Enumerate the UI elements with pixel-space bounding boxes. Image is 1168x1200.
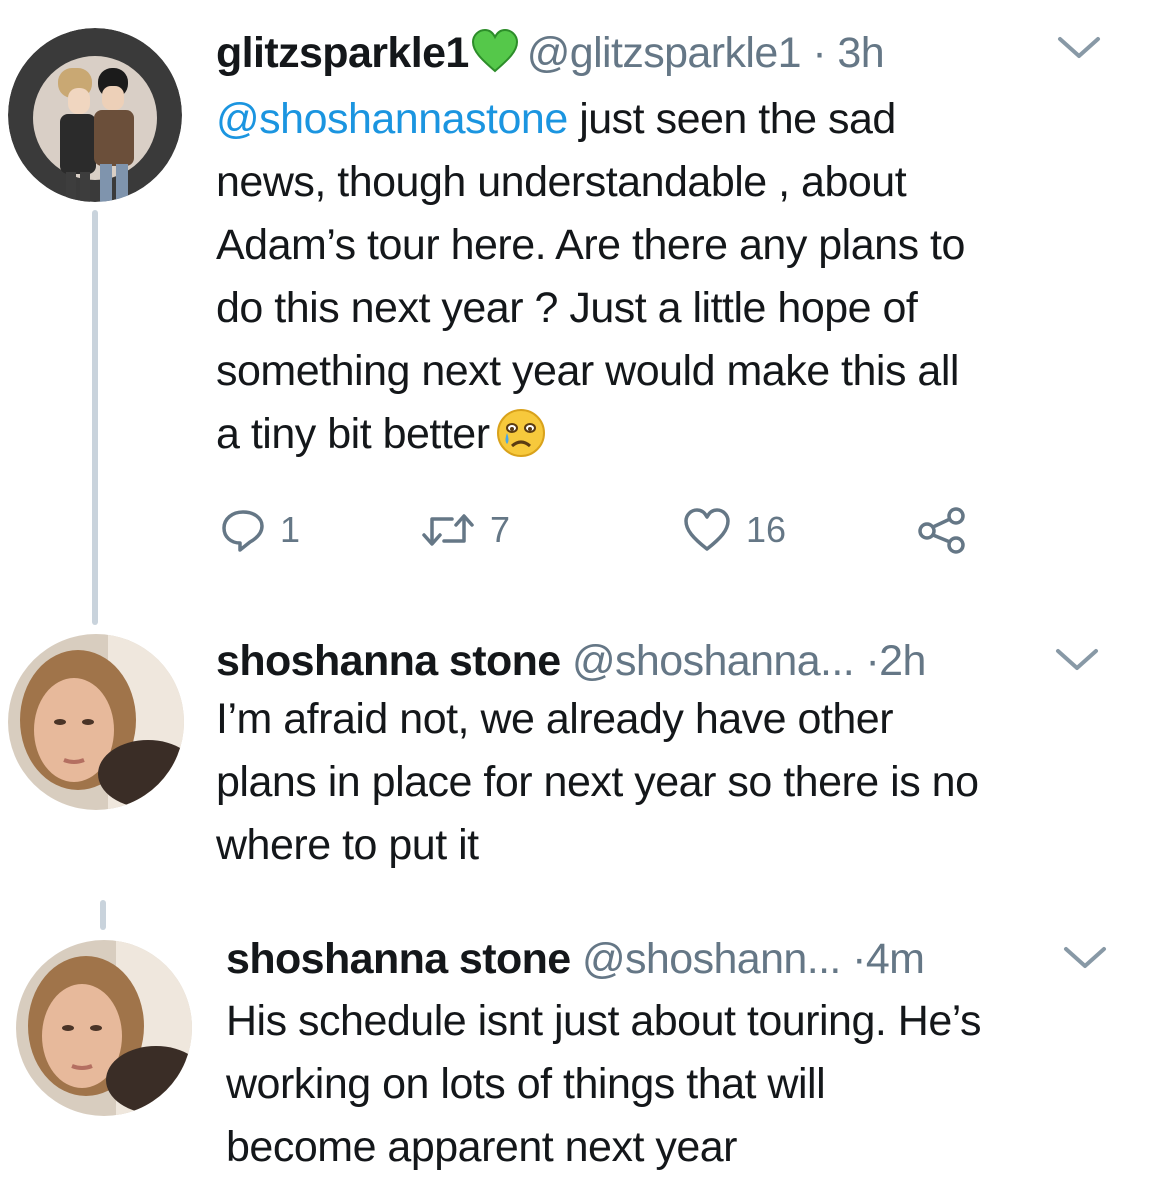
display-name[interactable]: shoshanna stone	[226, 935, 571, 983]
chevron-down-icon[interactable]	[1056, 34, 1102, 67]
handle[interactable]: @shoshanna...	[572, 637, 855, 685]
retweet-count: 7	[490, 509, 511, 550]
tweet-text-line: a tiny bit better	[216, 403, 1146, 476]
tweet-text-line: become apparent next year	[226, 1123, 738, 1171]
share-button[interactable]	[916, 505, 968, 555]
display-name[interactable]: glitzsparkle1	[216, 29, 469, 77]
reply-button[interactable]: 1	[220, 505, 300, 555]
share-icon	[918, 507, 965, 554]
timestamp[interactable]: 2h	[879, 637, 926, 685]
separator-dot: ·	[852, 935, 866, 983]
like-count: 16	[746, 509, 787, 550]
heart-icon	[684, 508, 730, 551]
tweet-header: shoshanna stone @shoshanna... ·2h	[216, 636, 926, 686]
tweet-text-line: @shoshannastone just seen the sad	[216, 95, 896, 143]
tweet-text-line: His schedule isnt just about touring. He…	[226, 997, 982, 1045]
like-button[interactable]: 16	[682, 505, 786, 555]
tweet-text: @shoshannastone just seen the sad news, …	[216, 88, 1146, 476]
tweet-text-line: where to put it	[216, 821, 479, 869]
retweet-button[interactable]: 7	[420, 505, 510, 555]
timestamp[interactable]: 3h	[837, 29, 884, 77]
tweet-text-line: I’m afraid not, we already have other	[216, 695, 894, 743]
tweet-text-line: working on lots of things that will	[226, 1060, 826, 1108]
mention-link[interactable]: @shoshannastone	[216, 95, 568, 143]
chevron-down-icon[interactable]	[1062, 944, 1108, 977]
avatar[interactable]	[16, 940, 192, 1116]
tweet-header: glitzsparkle1 @glitzsparkle1 · 3h	[216, 28, 885, 84]
retweet-icon	[422, 514, 474, 546]
avatar[interactable]	[8, 634, 184, 810]
handle[interactable]: @shoshann...	[582, 935, 841, 983]
tweet-text: His schedule isnt just about touring. He…	[226, 990, 1156, 1179]
tweet[interactable]: shoshanna stone @shoshanna... ·2h I’m af…	[0, 620, 1168, 900]
tweet-text: I’m afraid not, we already have other pl…	[216, 688, 1146, 877]
tweet-text-line: plans in place for next year so there is…	[216, 758, 979, 806]
avatar[interactable]	[8, 28, 182, 202]
tweet-header: shoshanna stone @shoshann... ·4m	[226, 934, 925, 984]
reply-icon	[222, 510, 264, 552]
tweet-text-line: do this next year ? Just a little hope o…	[216, 284, 918, 332]
display-name[interactable]: shoshanna stone	[216, 637, 561, 685]
tweet-text-line: Adam’s tour here. Are there any plans to	[216, 221, 965, 269]
tweet-text-line: news, though understandable , about	[216, 158, 907, 206]
crying-face-icon	[496, 408, 546, 476]
separator-dot: ·	[865, 637, 880, 685]
reply-count: 1	[280, 509, 301, 550]
green-heart-icon	[471, 28, 519, 84]
handle[interactable]: @glitzsparkle1	[527, 29, 802, 77]
separator-dot: ·	[812, 29, 827, 77]
tweet-text-line: something next year would make this all	[216, 347, 959, 395]
tweet[interactable]: glitzsparkle1 @glitzsparkle1 · 3h @shosha…	[0, 0, 1168, 620]
tweet-actions: 1 7 16	[220, 505, 980, 557]
tweet[interactable]: shoshanna stone @shoshann... ·4m His sch…	[0, 910, 1168, 1200]
timestamp[interactable]: 4m	[866, 935, 925, 983]
chevron-down-icon[interactable]	[1054, 646, 1100, 679]
